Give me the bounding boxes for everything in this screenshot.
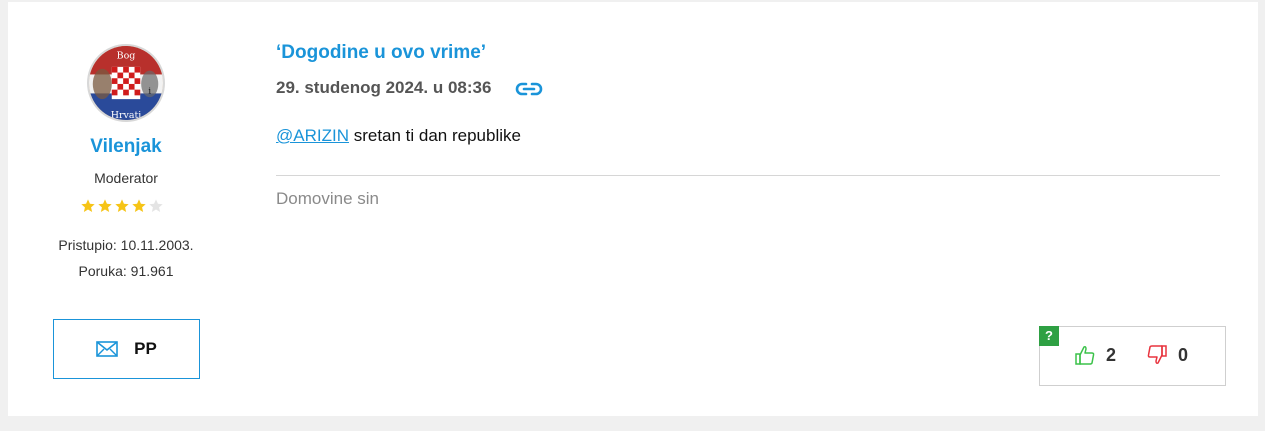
vote-box: ? 2 0	[1039, 326, 1226, 386]
star-filled-icon	[81, 199, 95, 212]
star-empty-icon	[149, 199, 163, 212]
like-count: 2	[1106, 344, 1117, 365]
forum-post: Bog i Hrvati Vilenjak Moderator Pristupi…	[8, 2, 1258, 416]
user-role: Moderator	[94, 170, 158, 186]
avatar-text-top: Bog	[117, 50, 136, 61]
thumbs-up-icon	[1075, 346, 1095, 365]
star-filled-icon	[98, 199, 112, 212]
post-count: Poruka: 91.961	[78, 263, 174, 279]
link-icon[interactable]	[515, 79, 543, 99]
signature-divider	[276, 175, 1220, 176]
private-message-button[interactable]: PP	[53, 319, 200, 379]
star-filled-icon	[132, 199, 146, 212]
rating-stars	[80, 198, 164, 214]
thumbs-down-icon	[1147, 345, 1167, 364]
post-body-text: sretan ti dan republike	[348, 126, 521, 145]
like-button[interactable]: 2	[1074, 344, 1116, 366]
star-filled-icon	[115, 199, 129, 212]
avatar[interactable]: Bog i Hrvati	[87, 44, 165, 122]
private-message-label: PP	[134, 339, 157, 358]
user-signature: Domovine sin	[276, 189, 379, 208]
avatar-text-bottom: Hrvati	[111, 110, 142, 120]
join-date: Pristupio: 10.11.2003.	[58, 237, 194, 253]
post-title[interactable]: ‘Dogodine u ovo vrime’	[276, 42, 486, 64]
vote-help-badge[interactable]: ?	[1039, 326, 1059, 346]
post-body: @ARIZIN sretan ti dan republike	[276, 126, 521, 146]
dislike-button[interactable]: 0	[1146, 344, 1188, 366]
envelope-icon	[96, 341, 118, 357]
username-link[interactable]: Vilenjak	[8, 136, 244, 158]
avatar-text-mid: i	[148, 86, 151, 96]
avatar-image: Bog i Hrvati	[89, 46, 163, 120]
author-panel: Bog i Hrvati Vilenjak Moderator Pristupi…	[8, 2, 244, 416]
dislike-count: 0	[1178, 344, 1189, 365]
post-date: 29. studenog 2024. u 08:36	[276, 78, 492, 97]
user-mention-link[interactable]: @ARIZIN	[276, 126, 349, 145]
